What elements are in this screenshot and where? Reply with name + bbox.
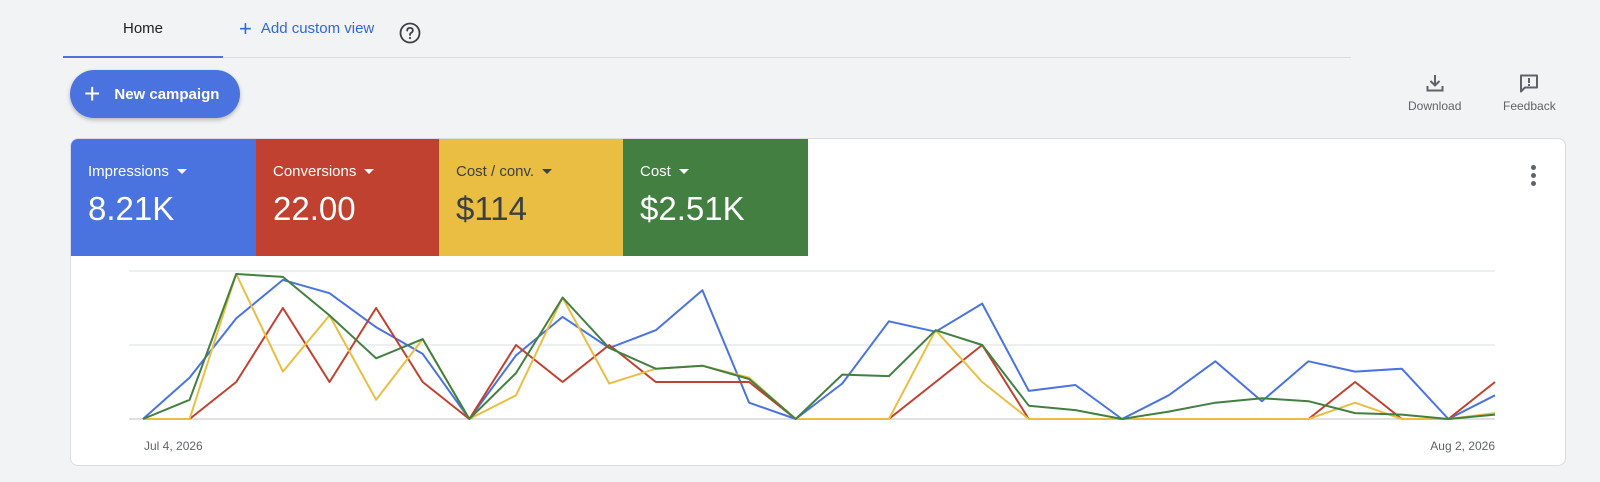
download-icon bbox=[1426, 75, 1444, 92]
x-axis-end-label: Aug 2, 2026 bbox=[1430, 439, 1495, 453]
plus-icon: + bbox=[84, 78, 101, 109]
metric-value: 8.21K bbox=[88, 190, 175, 227]
metric-value: $2.51K bbox=[640, 190, 745, 227]
download-label: Download bbox=[1408, 99, 1462, 113]
metric-cost[interactable]: Cost $2.51K bbox=[623, 139, 808, 256]
performance-line-chart bbox=[129, 270, 1496, 420]
feedback-button[interactable]: Feedback bbox=[1503, 72, 1556, 113]
more-options-icon[interactable] bbox=[1531, 165, 1537, 189]
metric-label: Impressions bbox=[88, 163, 169, 180]
new-campaign-button[interactable]: + New campaign bbox=[70, 70, 240, 118]
performance-card: Impressions 8.21K Conversions 22.00 Cost… bbox=[70, 138, 1566, 466]
view-tabs: Home + Add custom view bbox=[63, 0, 1351, 58]
metric-value: 22.00 bbox=[273, 190, 356, 227]
metric-label: Cost bbox=[640, 163, 671, 180]
metric-label: Conversions bbox=[273, 163, 357, 180]
plus-icon: + bbox=[239, 15, 252, 41]
add-custom-view-button[interactable]: + Add custom view bbox=[239, 0, 374, 57]
add-custom-view-label: Add custom view bbox=[260, 20, 375, 37]
metric-value: $114 bbox=[456, 190, 527, 227]
dropdown-caret-icon bbox=[364, 169, 375, 174]
x-axis-start-label: Jul 4, 2026 bbox=[144, 439, 203, 453]
dropdown-caret-icon bbox=[678, 169, 689, 174]
metric-impressions[interactable]: Impressions 8.21K bbox=[71, 139, 256, 256]
metric-conversions[interactable]: Conversions 22.00 bbox=[256, 139, 439, 256]
metric-label: Cost / conv. bbox=[456, 163, 535, 180]
tab-home[interactable]: Home bbox=[63, 0, 223, 58]
new-campaign-label: New campaign bbox=[114, 85, 220, 103]
metric-cost-per-conv[interactable]: Cost / conv. $114 bbox=[439, 139, 623, 256]
help-icon[interactable] bbox=[399, 22, 421, 44]
feedback-icon bbox=[1520, 74, 1539, 93]
feedback-label: Feedback bbox=[1503, 99, 1556, 113]
dropdown-caret-icon bbox=[542, 169, 553, 174]
dropdown-caret-icon bbox=[176, 169, 187, 174]
download-button[interactable]: Download bbox=[1408, 72, 1461, 113]
